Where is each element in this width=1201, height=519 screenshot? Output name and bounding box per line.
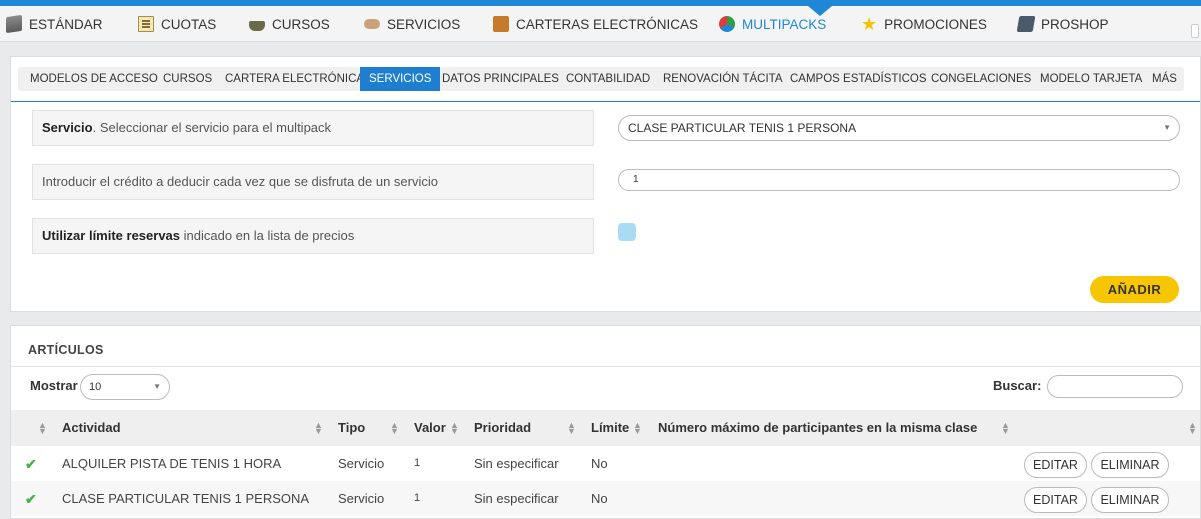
- column-prioridad[interactable]: Prioridad: [474, 410, 531, 446]
- chevron-down-icon: ▼: [153, 382, 161, 391]
- subtab-mas[interactable]: MÁS: [1152, 67, 1177, 91]
- tab-label: PROMOCIONES: [884, 16, 987, 32]
- servicio-select[interactable]: CLASE PARTICULAR TENIS 1 PERSONA ▼: [618, 115, 1180, 141]
- handshake-icon: [364, 19, 380, 29]
- add-button[interactable]: AÑADIR: [1090, 276, 1179, 303]
- subtab-renovacion-tacita[interactable]: RENOVACIÓN TÁCITA: [663, 67, 783, 91]
- limite-reservas-label: Utilizar límite reservas indicado en la …: [32, 218, 594, 254]
- sort-icon[interactable]: ▲ ▼: [567, 421, 576, 436]
- subtab-cursos[interactable]: CURSOS: [163, 67, 212, 91]
- cell-prioridad: Sin especificar: [474, 456, 559, 471]
- cell-valor: 1: [414, 457, 421, 469]
- divider: [11, 366, 1200, 367]
- cell-actividad: ALQUILER PISTA DE TENIS 1 HORA: [62, 456, 282, 471]
- box-icon: [6, 14, 22, 34]
- column-max-participantes[interactable]: Número máximo de participantes en la mis…: [658, 410, 977, 446]
- multipack-sub-tabs: MODELOS DE ACCESO CURSOS CARTERA ELECTRÓ…: [18, 67, 1184, 91]
- sort-icon[interactable]: ▲ ▼: [390, 421, 399, 436]
- tab-label: CARTERAS ELECTRÓNICAS: [516, 16, 699, 32]
- buscar-label: Buscar:: [993, 378, 1042, 393]
- page-size-value: 10: [89, 381, 102, 393]
- cash-register-icon: [1016, 16, 1036, 32]
- mostrar-label: Mostrar: [30, 378, 78, 393]
- tab-promociones[interactable]: ★ PROMOCIONES: [861, 6, 987, 42]
- column-limite[interactable]: Límite: [591, 410, 629, 446]
- subtab-cartera-electronica[interactable]: CARTERA ELECTRÓNICA: [225, 67, 364, 91]
- chevron-down-icon: ▼: [1163, 123, 1171, 132]
- column-tipo[interactable]: Tipo: [338, 410, 365, 446]
- sort-icon[interactable]: ▲ ▼: [1001, 421, 1010, 436]
- credito-label: Introducir el crédito a deducir cada vez…: [32, 164, 594, 200]
- edit-button[interactable]: EDITAR: [1024, 452, 1087, 478]
- limite-label-bold: Utilizar límite reservas: [42, 228, 181, 243]
- subtab-datos-principales[interactable]: DATOS PRINCIPALES: [442, 67, 559, 91]
- tab-proshop[interactable]: PROSHOP: [1016, 6, 1109, 42]
- subtab-campos-estadisticos[interactable]: CAMPOS ESTADÍSTICOS: [790, 67, 927, 91]
- divider: [11, 101, 1200, 102]
- edit-button[interactable]: EDITAR: [1024, 487, 1087, 513]
- tab-multipacks[interactable]: MULTIPACKS: [719, 6, 826, 42]
- subtab-modelo-tarjeta[interactable]: MODELO TARJETA: [1040, 67, 1142, 91]
- subtab-servicios[interactable]: SERVICIOS: [360, 67, 441, 91]
- tab-carteras-electronicas[interactable]: CARTERAS ELECTRÓNICAS: [493, 6, 698, 42]
- tab-cuotas[interactable]: CUOTAS: [138, 6, 216, 42]
- tab-label: MULTIPACKS: [742, 16, 827, 32]
- servicio-select-value: CLASE PARTICULAR TENIS 1 PERSONA: [628, 121, 857, 135]
- graduation-cap-icon: [249, 21, 265, 31]
- column-actividad[interactable]: Actividad: [62, 410, 121, 446]
- tab-label: CURSOS: [272, 16, 330, 32]
- sort-icon[interactable]: ▲ ▼: [1188, 421, 1197, 436]
- tab-label: PROSHOP: [1041, 16, 1109, 32]
- limite-label-text: indicado en la lista de precios: [180, 228, 355, 243]
- multipack-icon: [719, 16, 735, 32]
- tab-estandar[interactable]: ESTÁNDAR: [6, 6, 103, 42]
- cell-limite: No: [591, 456, 608, 471]
- sort-icon[interactable]: ▲ ▼: [450, 421, 459, 436]
- sort-icon[interactable]: ▲ ▼: [38, 421, 47, 436]
- subtab-congelaciones[interactable]: CONGELACIONES: [931, 67, 1031, 91]
- search-input[interactable]: [1047, 375, 1183, 398]
- delete-button[interactable]: ELIMINAR: [1091, 452, 1169, 478]
- check-icon: ✔: [25, 456, 37, 472]
- product-type-tabs: ESTÁNDAR CUOTAS CURSOS SERVICIOS CARTERA…: [0, 6, 1201, 42]
- tab-cursos[interactable]: CURSOS: [249, 6, 330, 42]
- check-icon: ✔: [25, 491, 37, 507]
- subtab-contabilidad[interactable]: CONTABILIDAD: [566, 67, 650, 91]
- cell-prioridad: Sin especificar: [474, 491, 559, 506]
- servicio-label-bold: Servicio: [42, 120, 93, 135]
- sort-icon[interactable]: ▲ ▼: [633, 421, 642, 436]
- articulos-title: ARTÍCULOS: [28, 343, 104, 357]
- cell-tipo: Servicio: [338, 491, 385, 506]
- delete-button[interactable]: ELIMINAR: [1091, 487, 1169, 513]
- wallet-icon: [493, 16, 509, 32]
- table-row: ✔ ALQUILER PISTA DE TENIS 1 HORA Servici…: [11, 446, 1200, 481]
- cell-valor: 1: [414, 492, 421, 504]
- subtab-modelos-de-acceso[interactable]: MODELOS DE ACCESO: [30, 67, 158, 91]
- document-icon: [138, 16, 154, 32]
- service-form-panel: MODELOS DE ACCESO CURSOS CARTERA ELECTRÓ…: [10, 56, 1201, 312]
- sort-icon[interactable]: ▲ ▼: [314, 421, 323, 436]
- scrollbar[interactable]: [1191, 24, 1199, 38]
- page-size-select[interactable]: 10 ▼: [80, 374, 170, 400]
- star-icon: ★: [861, 14, 878, 34]
- table-row: ✔ CLASE PARTICULAR TENIS 1 PERSONA Servi…: [11, 481, 1200, 516]
- column-valor[interactable]: Valor: [414, 410, 446, 446]
- cell-actividad: CLASE PARTICULAR TENIS 1 PERSONA: [62, 491, 310, 506]
- articulos-panel: ARTÍCULOS Mostrar 10 ▼ Buscar: ▲ ▼ Activid…: [10, 325, 1201, 519]
- credito-input[interactable]: 1: [618, 169, 1180, 191]
- tab-servicios[interactable]: SERVICIOS: [364, 6, 460, 42]
- cell-limite: No: [591, 491, 608, 506]
- tab-label: SERVICIOS: [387, 16, 461, 32]
- tab-label: CUOTAS: [161, 16, 217, 32]
- servicio-label: Servicio. Seleccionar el servicio para e…: [32, 110, 594, 146]
- servicio-label-text: . Seleccionar el servicio para el multip…: [92, 120, 332, 135]
- table-header: ▲ ▼ Actividad ▲ ▼ Tipo ▲ ▼ Valor ▲ ▼ Priorid…: [11, 410, 1200, 446]
- tab-label: ESTÁNDAR: [29, 16, 103, 32]
- limite-reservas-checkbox[interactable]: [618, 223, 636, 241]
- cell-tipo: Servicio: [338, 456, 385, 471]
